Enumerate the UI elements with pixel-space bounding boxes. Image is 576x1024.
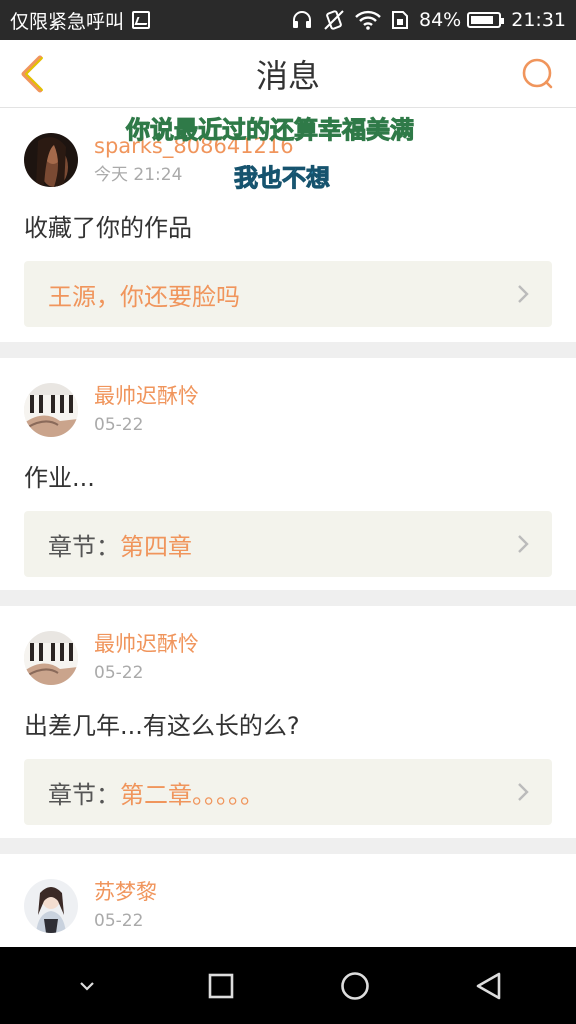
home-button[interactable] (325, 956, 385, 1016)
chevron-right-icon (518, 285, 529, 303)
username[interactable]: 最帅迟酥怜 (94, 382, 199, 410)
system-nav-bar (0, 947, 576, 1024)
sim-icon (391, 10, 409, 30)
username[interactable]: 苏梦黎 (94, 878, 157, 906)
wifi-icon (355, 10, 381, 30)
battery-percent: 84% (419, 9, 462, 31)
timestamp: 05-22 (94, 663, 144, 683)
avatar[interactable] (24, 133, 78, 187)
chapter-reference-link[interactable]: 章节： 第四章 (24, 511, 552, 577)
chapter-title: 第四章 (120, 532, 192, 561)
page-title: 消息 (255, 56, 320, 95)
recents-icon (208, 973, 234, 998)
overlay-caption-line1: 你说最近过的还算幸福美满 (126, 116, 415, 145)
avatar[interactable] (24, 879, 78, 933)
back-button[interactable] (12, 54, 52, 94)
timestamp: 05-22 (94, 415, 144, 435)
image-icon (132, 11, 151, 29)
chevron-down-icon (80, 981, 94, 991)
search-icon (522, 58, 553, 89)
search-button[interactable] (518, 54, 558, 94)
timestamp: 05-22 (94, 911, 144, 931)
avatar[interactable] (24, 631, 78, 685)
message-text: 出差几年...有这么长的么? (24, 712, 300, 740)
clock: 21:31 (511, 9, 566, 31)
chevron-right-icon (518, 535, 529, 553)
work-reference-link[interactable]: 王源，你还要脸吗 (24, 261, 552, 327)
message-text: 收藏了你的作品 (24, 214, 192, 242)
vibrate-icon (323, 9, 345, 31)
status-bar: 仅限紧急呼叫 84% 21:31 (0, 0, 576, 40)
back-nav-button[interactable] (459, 956, 519, 1016)
work-title: 王源，你还要脸吗 (48, 282, 240, 311)
app-header: 消息 (0, 40, 576, 108)
hide-nav-button[interactable] (57, 956, 117, 1016)
chapter-label: 章节： (48, 780, 120, 809)
chapter-title: 第二章。。。。。 (120, 780, 264, 809)
battery-icon (467, 12, 505, 28)
chapter-label: 章节： (48, 532, 120, 561)
chevron-right-icon (518, 783, 529, 801)
avatar[interactable] (24, 383, 78, 437)
message-card: 最帅迟酥怜 05-22 出差几年...有这么长的么? 章节： 第二章。。。。。 (0, 606, 576, 838)
message-card: 最帅迟酥怜 05-22 作业... 章节： 第四章 (0, 358, 576, 590)
headphones-icon (291, 10, 313, 30)
chapter-reference-link[interactable]: 章节： 第二章。。。。。 (24, 759, 552, 825)
back-triangle-icon (476, 972, 501, 999)
home-icon (341, 971, 369, 1000)
message-card: 苏梦黎 05-22 (0, 854, 576, 947)
message-text: 作业... (24, 464, 95, 492)
recents-button[interactable] (191, 956, 251, 1016)
message-list[interactable]: sparks_808641216 今天 21:24 收藏了你的作品 王源，你还要… (0, 108, 576, 947)
username[interactable]: 最帅迟酥怜 (94, 630, 199, 658)
carrier-text: 仅限紧急呼叫 (10, 10, 125, 33)
chevron-left-icon (21, 55, 43, 93)
overlay-caption-line2: 我也不想 (234, 164, 331, 193)
